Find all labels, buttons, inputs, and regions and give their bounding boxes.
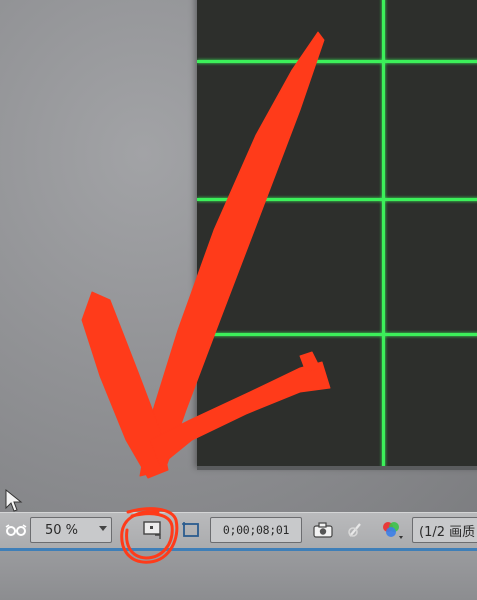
- glasses-icon[interactable]: [4, 517, 28, 543]
- grid-line: [197, 60, 477, 63]
- grid-line: [197, 333, 477, 336]
- camera-icon[interactable]: [310, 517, 336, 543]
- chevron-down-icon: [99, 526, 107, 531]
- monitor-region-icon[interactable]: [140, 517, 166, 543]
- snapshot-toggle-icon[interactable]: [342, 517, 368, 543]
- timecode-display[interactable]: 0;00;08;01: [210, 517, 302, 543]
- zoom-value: 50 %: [45, 522, 79, 538]
- grid-line: [197, 198, 477, 201]
- mouse-pointer-icon: [3, 488, 25, 514]
- viewer-edge: [197, 466, 477, 470]
- color-channels-icon[interactable]: [376, 517, 406, 543]
- resolution-select[interactable]: (1/2 画质: [412, 517, 477, 543]
- crop-region-icon[interactable]: [178, 517, 204, 543]
- lower-panel: [0, 551, 477, 600]
- grid-line: [382, 0, 385, 468]
- composition-viewer[interactable]: [197, 0, 477, 468]
- zoom-select[interactable]: 50 %: [30, 517, 112, 543]
